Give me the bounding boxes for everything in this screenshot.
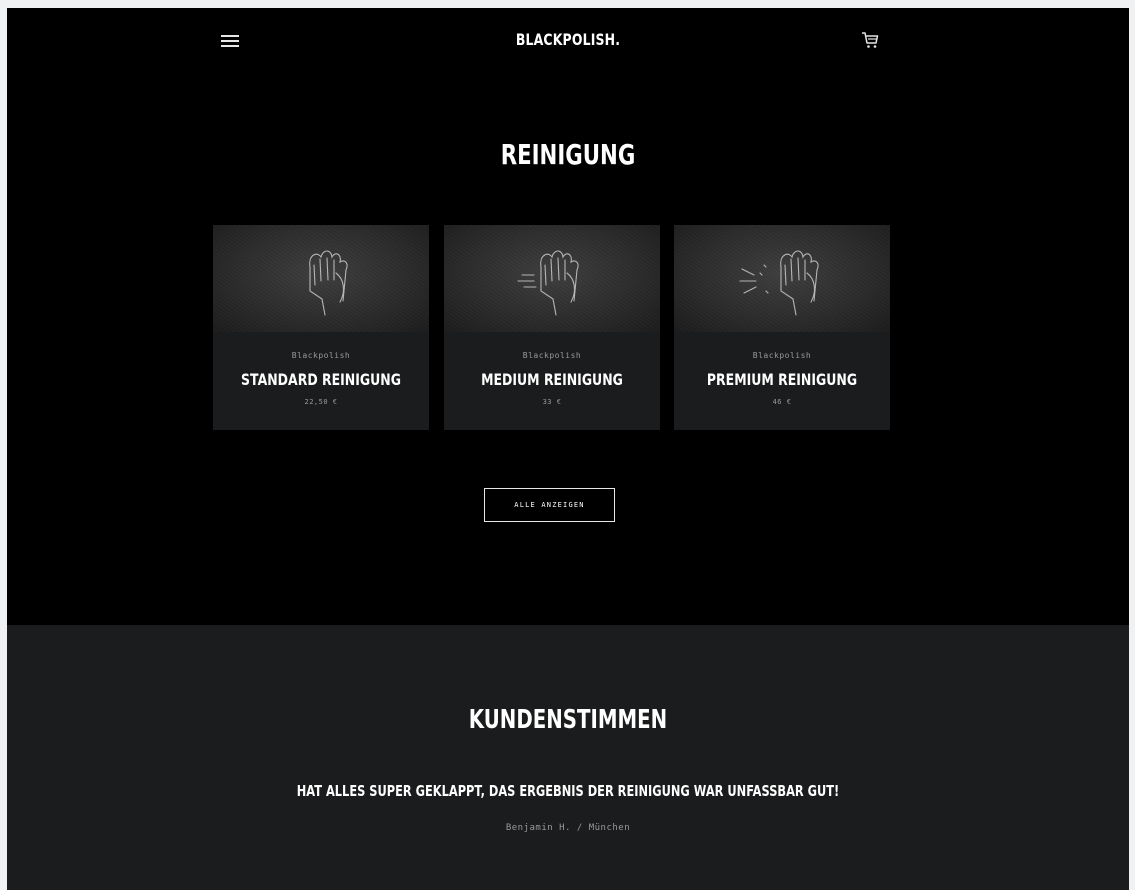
testimonials-section: KUNDENSTIMMEN HAT ALLES SUPER GEKLAPPT, … [7,625,1129,890]
product-card-standard[interactable]: Blackpolish STANDARD REINIGUNG 22,50 € [213,225,429,430]
product-card-premium[interactable]: Blackpolish PREMIUM REINIGUNG 46 € [674,225,890,430]
product-price: 33 € [542,398,562,406]
testimonial-author: Benjamin H. / München [505,823,631,833]
product-name[interactable]: PREMIUM REINIGUNG [698,370,866,389]
product-price: 22,50 € [304,398,338,406]
product-card-medium[interactable]: Blackpolish MEDIUM REINIGUNG 33 € [444,225,660,430]
product-price: 46 € [772,398,792,406]
polishing-hand-icon [309,250,348,316]
site-header: BLACKPOLISH. [7,8,1129,76]
collection-title: REINIGUNG [500,138,636,171]
product-name[interactable]: MEDIUM REINIGUNG [468,370,636,389]
product-image [213,225,429,332]
page: BLACKPOLISH. REINIGUNG Blackpolish STAND… [7,8,1129,890]
cart-icon[interactable] [860,30,880,50]
product-brand: Blackpolish [752,351,812,360]
product-name[interactable]: STANDARD REINIGUNG [237,370,405,389]
polishing-hand-sparkle-icon [739,250,819,316]
view-all-button[interactable]: ALLE ANZEIGEN [484,488,615,522]
testimonials-title: KUNDENSTIMMEN [468,705,668,735]
product-image [444,225,660,332]
polishing-hand-motion-icon [517,250,579,316]
product-brand: Blackpolish [291,351,351,360]
product-brand: Blackpolish [522,351,582,360]
product-image [674,225,890,332]
testimonial-quote: HAT ALLES SUPER GEKLAPPT, DAS ERGEBNIS D… [296,782,840,800]
